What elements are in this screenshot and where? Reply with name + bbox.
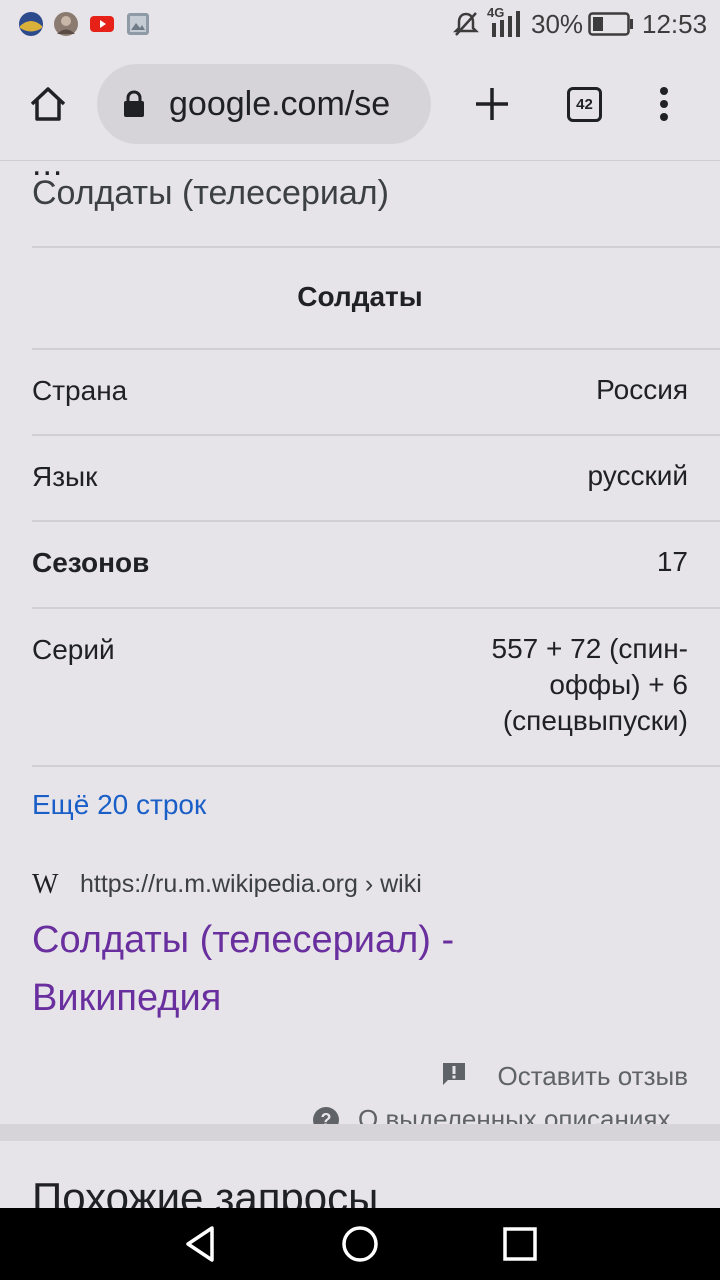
episodes-line: оффы) + 6: [549, 669, 688, 700]
result-title-line: Солдаты (телесериал) -: [32, 919, 455, 961]
back-icon[interactable]: [180, 1224, 220, 1264]
browser-toolbar: google.com/se 42: [0, 50, 720, 160]
battery-icon: [588, 12, 633, 36]
avatar-icon: [54, 12, 78, 36]
app-icon: [19, 12, 43, 36]
feedback-icon: [443, 1063, 465, 1085]
infobox-title: Солдаты: [297, 281, 423, 312]
battery-percent: 30%: [531, 9, 584, 39]
tabs-count: 42: [576, 96, 593, 113]
infobox-label-language: Язык: [32, 461, 98, 492]
infobox-label-country: Страна: [32, 375, 128, 406]
episodes-line: 557 + 72 (спин-: [491, 633, 688, 664]
mute-icon: [452, 12, 480, 36]
clock: 12:53: [642, 9, 708, 39]
related-searches-heading: Похожие запросы: [32, 1174, 379, 1208]
menu-button[interactable]: [646, 80, 682, 128]
gallery-icon: [127, 13, 149, 35]
infobox-label-seasons: Сезонов: [32, 547, 150, 578]
tabs-button[interactable]: 42: [559, 79, 609, 129]
more-rows-link[interactable]: Ещё 20 строк: [32, 789, 206, 821]
youtube-icon: [90, 16, 114, 32]
signal-icon: [492, 11, 520, 37]
system-nav-bar: [0, 1208, 720, 1280]
divider: [32, 246, 720, 248]
divider: [32, 434, 720, 436]
result-title-line: Википедия: [32, 977, 222, 1019]
more-vert-icon: [660, 87, 668, 121]
divider: [32, 607, 720, 609]
home-icon: [30, 87, 66, 121]
address-bar[interactable]: google.com/se: [97, 64, 431, 144]
knowledge-panel-title[interactable]: Солдаты (телесериал): [32, 174, 389, 213]
status-bar: 4G 30% 12:53: [0, 0, 720, 50]
page-content: ... Солдаты (телесериал) Солдаты Страна …: [0, 160, 720, 1208]
home-nav-icon[interactable]: [340, 1224, 380, 1264]
infobox-value-seasons: 17: [656, 546, 688, 577]
tabs-icon: 42: [567, 87, 602, 122]
divider: [32, 348, 720, 350]
home-button[interactable]: [24, 80, 72, 128]
url-text: google.com/se: [169, 85, 391, 123]
wikipedia-icon: W: [32, 869, 59, 900]
infobox-value-episodes: 557 + 72 (спин- оффы) + 6 (спецвыпуски): [492, 631, 688, 739]
infobox-label-episodes: Серий: [32, 634, 115, 665]
feedback-link[interactable]: Оставить отзыв: [497, 1061, 688, 1092]
infobox-value-country: Россия: [596, 374, 688, 405]
source-url[interactable]: https://ru.m.wikipedia.org › wiki: [80, 870, 422, 899]
lock-icon: [124, 90, 144, 117]
infobox-value-language: русский: [587, 460, 688, 491]
result-title-link[interactable]: Солдаты (телесериал) - Википедия: [32, 911, 672, 1027]
recents-icon[interactable]: [500, 1224, 540, 1264]
episodes-line: (спецвыпуски): [502, 705, 688, 736]
plus-icon: [476, 88, 508, 120]
new-tab-button[interactable]: [468, 80, 516, 128]
divider: [32, 520, 720, 522]
divider: [32, 765, 720, 767]
section-separator: [0, 1124, 720, 1141]
